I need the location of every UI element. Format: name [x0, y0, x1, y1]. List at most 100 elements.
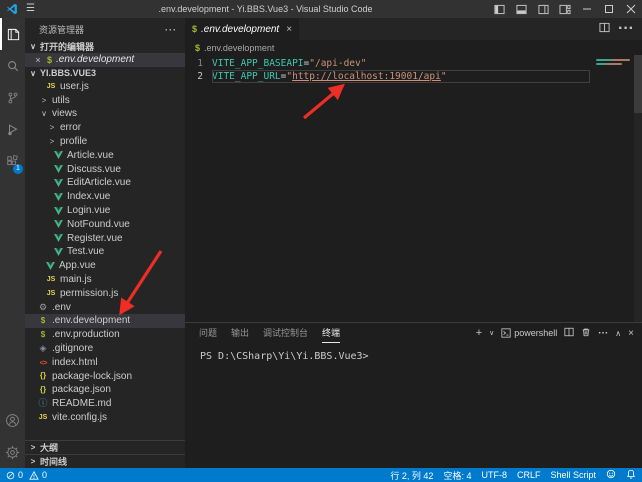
open-editor-label: .env.development: [56, 54, 134, 65]
editor-scrollbar[interactable]: [634, 55, 642, 322]
indentation[interactable]: 空格: 4: [443, 469, 471, 482]
project-section-header[interactable]: ∨ YI.BBS.VUE3: [25, 67, 185, 80]
gear-file-icon: ⚙: [38, 303, 48, 312]
tree-item-Test-vue[interactable]: Test.vue: [25, 245, 185, 259]
run-debug-icon[interactable]: [0, 114, 25, 146]
close-button[interactable]: [620, 0, 642, 18]
tree-item-user-js[interactable]: JSuser.js: [25, 80, 185, 94]
problems-status[interactable]: 0 0: [6, 470, 47, 480]
tree-item-vite-config-js[interactable]: JSvite.config.js: [25, 411, 185, 425]
open-editors-section[interactable]: ∨ 打开的编辑器: [25, 40, 185, 53]
menu-hamburger-icon[interactable]: ☰: [24, 4, 37, 14]
customize-layout-icon[interactable]: [554, 0, 576, 18]
breadcrumb[interactable]: $ .env.development: [185, 40, 642, 55]
line-number: 2: [185, 70, 212, 83]
timeline-section[interactable]: > 时间线: [25, 454, 185, 468]
source-control-icon[interactable]: [0, 82, 25, 114]
terminal-prompt: PS D:\CSharp\Yi\Yi.BBS.Vue3>: [200, 351, 369, 362]
notifications-bell-icon[interactable]: [626, 469, 636, 481]
tree-item-EditArticle-vue[interactable]: EditArticle.vue: [25, 176, 185, 190]
toggle-sidebar-icon[interactable]: [488, 0, 510, 18]
toggle-secondary-sidebar-icon[interactable]: [532, 0, 554, 18]
vue-file-icon: [54, 220, 63, 228]
sidebar-more-actions-icon[interactable]: ···: [165, 25, 177, 35]
panel-more-actions-icon[interactable]: ···: [598, 328, 608, 339]
search-icon[interactable]: [0, 50, 25, 82]
tree-item-Register-vue[interactable]: Register.vue: [25, 231, 185, 245]
shell-selector[interactable]: powershell: [501, 328, 557, 338]
vscode-logo-icon: [6, 3, 18, 15]
toggle-panel-icon[interactable]: [510, 0, 532, 18]
tree-item-Login-vue[interactable]: Login.vue: [25, 204, 185, 218]
js-file-icon: JS: [38, 414, 48, 421]
tree-item-package-json[interactable]: {}package.json: [25, 383, 185, 397]
tree-item-package-lock-json[interactable]: {}package-lock.json: [25, 369, 185, 383]
terminal-dropdown-icon[interactable]: ∨: [489, 329, 494, 337]
maximize-button[interactable]: [598, 0, 620, 18]
open-editor-item-env-development[interactable]: × $ .env.development: [25, 53, 185, 67]
tree-item-error[interactable]: >error: [25, 121, 185, 135]
dotenv-file-icon: $: [47, 55, 52, 65]
tree-item-utils[interactable]: >utils: [25, 93, 185, 107]
language-mode[interactable]: Shell Script: [550, 470, 596, 480]
tree-item-App-vue[interactable]: App.vue: [25, 259, 185, 273]
extensions-icon[interactable]: 1: [0, 146, 25, 178]
account-icon[interactable]: [0, 404, 25, 436]
panel-tab-0[interactable]: 问题: [199, 323, 217, 343]
kill-terminal-trash-icon[interactable]: [581, 327, 591, 340]
maximize-panel-icon[interactable]: ∧: [615, 329, 621, 338]
tree-item--gitignore[interactable]: ◈.gitignore: [25, 342, 185, 356]
chevron-down-icon: ∨: [29, 42, 37, 51]
minimize-button[interactable]: [576, 0, 598, 18]
feedback-icon[interactable]: [606, 469, 616, 481]
code-line-1: 1 VITE_APP_BASEAPI="/api-dev": [185, 57, 642, 70]
eol-sequence[interactable]: CRLF: [517, 470, 541, 480]
tree-item-Article-vue[interactable]: Article.vue: [25, 148, 185, 162]
cursor-position[interactable]: 行 2, 列 42: [390, 469, 433, 482]
terminal-output[interactable]: PS D:\CSharp\Yi\Yi.BBS.Vue3>: [185, 343, 642, 468]
panel-tab-1[interactable]: 输出: [231, 323, 249, 343]
tree-item-views[interactable]: ∨views: [25, 107, 185, 121]
tree-item-Discuss-vue[interactable]: Discuss.vue: [25, 162, 185, 176]
tree-item-label: .env: [52, 302, 71, 313]
code-editor[interactable]: 1 VITE_APP_BASEAPI="/api-dev" 2 VITE_APP…: [185, 55, 642, 322]
url-link[interactable]: http://localhost:19001/api: [292, 71, 441, 82]
panel-tab-2[interactable]: 调试控制台: [263, 323, 308, 343]
tree-item--env[interactable]: ⚙ .env: [25, 300, 185, 314]
minimap[interactable]: [596, 59, 632, 67]
split-editor-icon[interactable]: [599, 20, 610, 38]
new-terminal-icon[interactable]: +: [476, 327, 482, 339]
tree-item-label: .gitignore: [52, 343, 93, 354]
tree-item-profile[interactable]: >profile: [25, 135, 185, 149]
outline-section[interactable]: > 大纲: [25, 440, 185, 454]
title-bar: ☰ .env.development - Yi.BBS.Vue3 - Visua…: [0, 0, 642, 18]
settings-gear-icon[interactable]: [0, 436, 25, 468]
tree-item-main-js[interactable]: JSmain.js: [25, 273, 185, 287]
tab-env-development[interactable]: $ .env.development ×: [185, 18, 299, 40]
panel-tab-3[interactable]: 终端: [322, 323, 340, 343]
tree-item--env-production[interactable]: $.env.production: [25, 328, 185, 342]
tree-item-permission-js[interactable]: JSpermission.js: [25, 286, 185, 300]
encoding[interactable]: UTF-8: [481, 470, 507, 480]
tab-label: .env.development: [201, 24, 279, 35]
tree-item-README-md[interactable]: ⓘREADME.md: [25, 397, 185, 411]
tab-close-icon[interactable]: ×: [286, 24, 292, 35]
breadcrumb-filename[interactable]: .env.development: [204, 43, 274, 53]
tree-item-label: NotFound.vue: [67, 219, 130, 230]
close-panel-icon[interactable]: ×: [628, 328, 634, 339]
vue-file-icon: [54, 248, 63, 256]
tree-item-Index-vue[interactable]: Index.vue: [25, 190, 185, 204]
split-terminal-icon[interactable]: [564, 327, 574, 340]
editor-more-actions-icon[interactable]: ···: [618, 20, 634, 38]
close-editor-icon[interactable]: ×: [33, 55, 43, 65]
vue-file-icon: [46, 262, 55, 270]
tree-item-label: EditArticle.vue: [67, 177, 131, 188]
panel-tabs: 问题输出调试控制台终端: [199, 323, 340, 343]
tree-item--env-development[interactable]: $.env.development: [25, 314, 185, 328]
dotenv-file-icon: $: [195, 43, 200, 53]
tree-item-label: package.json: [52, 384, 111, 395]
explorer-icon[interactable]: [0, 18, 25, 50]
tree-item-NotFound-vue[interactable]: NotFound.vue: [25, 217, 185, 231]
tree-item-index-html[interactable]: <>index.html: [25, 355, 185, 369]
tree-item-label: .env.development: [52, 315, 130, 326]
